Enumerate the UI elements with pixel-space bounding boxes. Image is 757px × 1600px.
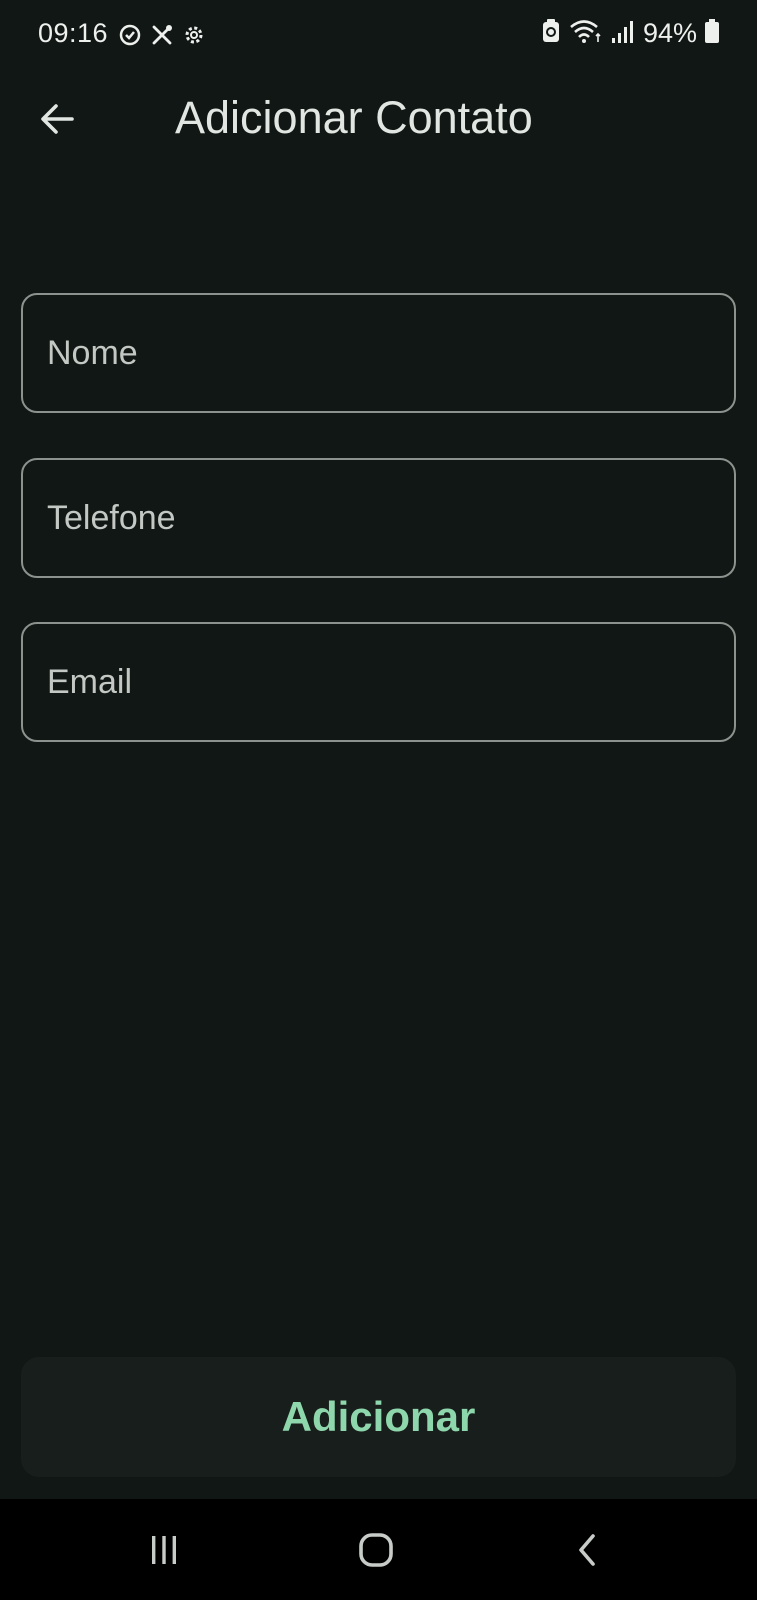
app-bar: Adicionar Contato: [0, 78, 757, 160]
recent-apps-icon: [152, 1535, 176, 1564]
recent-apps-button[interactable]: [119, 1499, 209, 1600]
name-field[interactable]: [21, 293, 736, 413]
add-contact-button[interactable]: Adicionar: [21, 1357, 736, 1477]
phone-input[interactable]: [47, 460, 707, 576]
status-bar: 09:16 94%: [0, 0, 757, 72]
home-icon: [359, 1532, 393, 1567]
back-icon: [579, 1533, 595, 1566]
phone-field[interactable]: [21, 458, 736, 578]
status-left-icons: [118, 23, 206, 47]
add-contact-button-label: Adicionar: [281, 1393, 476, 1440]
page-title: Adicionar Contato: [175, 92, 533, 143]
system-back-button[interactable]: [543, 1499, 633, 1600]
back-button[interactable]: [34, 96, 80, 142]
battery-icon: [705, 19, 719, 48]
status-time: 09:16: [38, 18, 109, 48]
home-button[interactable]: [331, 1499, 421, 1600]
signal-icon: [611, 18, 635, 49]
settings-gear-icon: [182, 23, 206, 47]
wifi-icon: [569, 18, 603, 49]
system-nav-bar: [0, 1499, 757, 1600]
battery-percentage: 94%: [642, 18, 697, 48]
status-right-area: 94%: [541, 18, 719, 49]
name-input[interactable]: [47, 295, 707, 411]
email-field[interactable]: [21, 622, 736, 742]
battery-saver-icon: [541, 18, 561, 49]
arrow-left-icon: [41, 104, 74, 134]
alarm-check-icon: [118, 23, 142, 47]
tools-icon: [150, 23, 174, 47]
email-input[interactable]: [47, 624, 707, 740]
